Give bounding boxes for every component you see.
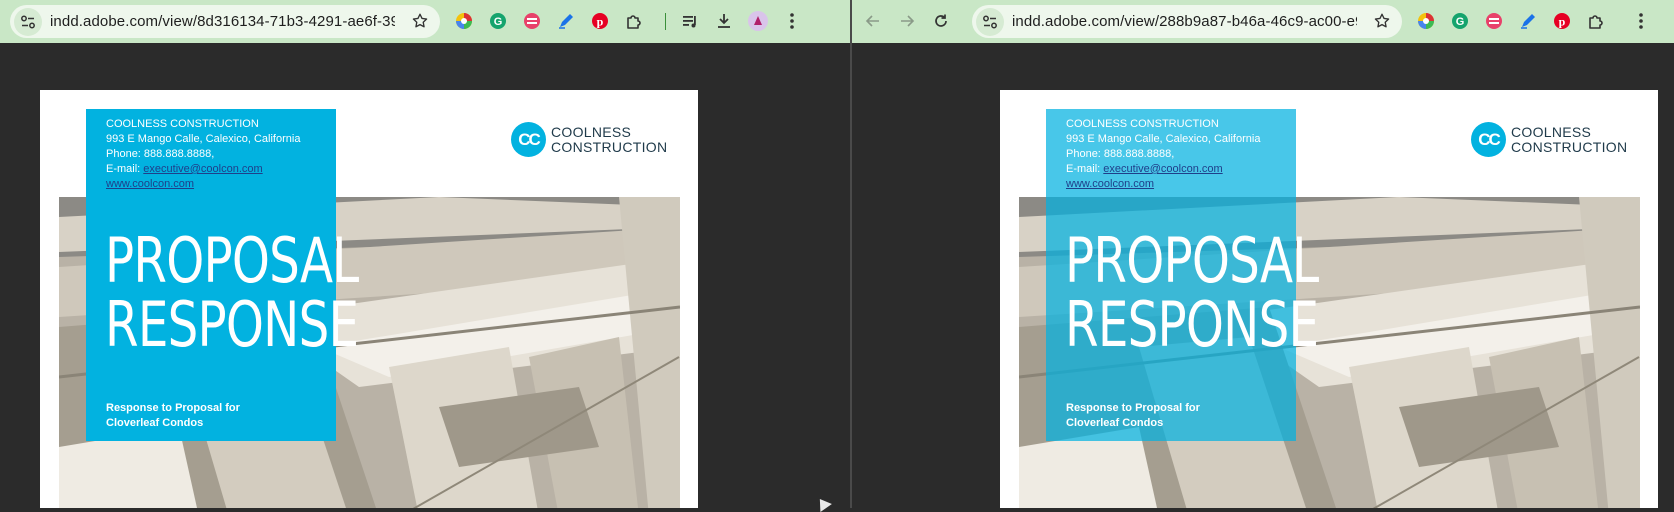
logo-mark: CC [1471,122,1506,157]
highlighter-icon[interactable] [1515,8,1541,34]
title-proposal: PROPOSAL [105,224,359,297]
pinterest-icon[interactable]: p [587,8,613,34]
url-text[interactable]: indd.adobe.com/view/288b9a87-b46a-46c9-a… [1012,13,1357,30]
url-text[interactable]: indd.adobe.com/view/8d316134-71b3-4291-a… [50,13,395,30]
cross-site-icon[interactable] [1481,8,1507,34]
email-row: E-mail: executive@coolcon.com [106,162,263,177]
website-link[interactable]: www.coolcon.com [1066,177,1154,192]
tune-icon[interactable] [14,7,42,36]
puzzle-icon[interactable] [621,8,647,34]
email-label: E-mail: [106,163,144,175]
cross-site-icon[interactable] [519,8,545,34]
company-logo: CC COOLNESS CONSTRUCTION [1471,122,1627,157]
logo-wordmark: COOLNESS CONSTRUCTION [1511,123,1628,155]
more-vert-icon[interactable] [1628,8,1654,34]
subtitle-line-2: Cloverleaf Condos [106,417,204,429]
profile-avatar[interactable] [745,8,771,34]
company-logo: CC COOLNESS CONSTRUCTION [511,122,667,157]
puzzle-icon[interactable] [1583,8,1609,34]
grammarly-icon[interactable]: G [1447,8,1473,34]
logo-line-2: CONSTRUCTION [1511,138,1628,155]
browser-toolbar: indd.adobe.com/view/288b9a87-b46a-46c9-a… [852,0,1674,43]
address-bar[interactable]: indd.adobe.com/view/8d316134-71b3-4291-a… [10,5,440,38]
subtitle-line-1: Response to Proposal for [1066,402,1200,414]
more-vert-icon[interactable] [779,8,805,34]
logo-line-2: CONSTRUCTION [551,138,668,155]
document-page: COOLNESS CONSTRUCTION 993 E Mango Calle,… [1000,90,1658,508]
logo-line-1: COOLNESS [1511,123,1592,140]
email-link[interactable]: executive@coolcon.com [143,163,262,175]
svg-text:G: G [1456,16,1465,28]
arrow-left-icon[interactable] [860,8,886,34]
browser-toolbar: indd.adobe.com/view/8d316134-71b3-4291-a… [0,0,850,43]
document-page: COOLNESS CONSTRUCTION 993 E Mango Calle,… [40,90,698,508]
tune-icon[interactable] [976,7,1004,36]
logo-mark: CC [511,122,546,157]
toolbar-separator [665,13,666,30]
title-response: RESPONSE [1065,288,1319,361]
company-name: COOLNESS CONSTRUCTION [106,118,259,130]
website-link[interactable]: www.coolcon.com [106,177,194,192]
company-name: COOLNESS CONSTRUCTION [1066,118,1219,130]
color-wheel-icon[interactable] [1413,8,1439,34]
email-label: E-mail: [1066,163,1104,175]
address-bar[interactable]: indd.adobe.com/view/288b9a87-b46a-46c9-a… [972,5,1402,38]
company-phone: Phone: 888.888.8888, [106,148,215,160]
email-row: E-mail: executive@coolcon.com [1066,162,1223,177]
title-response: RESPONSE [105,288,359,361]
company-address: 993 E Mango Calle, Calexico, California [106,133,301,145]
svg-text:p: p [597,15,604,29]
download-icon[interactable] [711,8,737,34]
arrow-right-icon[interactable] [894,8,920,34]
highlighter-icon[interactable] [553,8,579,34]
browser-window-left: indd.adobe.com/view/8d316134-71b3-4291-a… [0,0,850,508]
subtitle-line-1: Response to Proposal for [106,402,240,414]
company-address: 993 E Mango Calle, Calexico, California [1066,133,1261,145]
star-icon[interactable] [408,9,432,33]
color-wheel-icon[interactable] [451,8,477,34]
svg-text:p: p [1559,15,1566,29]
title-proposal: PROPOSAL [1065,224,1319,297]
reload-icon[interactable] [928,8,954,34]
logo-wordmark: COOLNESS CONSTRUCTION [551,123,668,155]
email-link[interactable]: executive@coolcon.com [1103,163,1222,175]
cover-panel: COOLNESS CONSTRUCTION 993 E Mango Calle,… [86,109,359,441]
pinterest-icon[interactable]: p [1549,8,1575,34]
svg-text:G: G [494,16,503,28]
company-phone: Phone: 888.888.8888, [1066,148,1175,160]
browser-window-right: indd.adobe.com/view/288b9a87-b46a-46c9-a… [852,0,1674,508]
media-queue-icon[interactable] [677,8,703,34]
star-icon[interactable] [1370,9,1394,33]
logo-line-1: COOLNESS [551,123,632,140]
cover-panel: COOLNESS CONSTRUCTION 993 E Mango Calle,… [1046,109,1319,441]
grammarly-icon[interactable]: G [485,8,511,34]
subtitle-line-2: Cloverleaf Condos [1066,417,1164,429]
